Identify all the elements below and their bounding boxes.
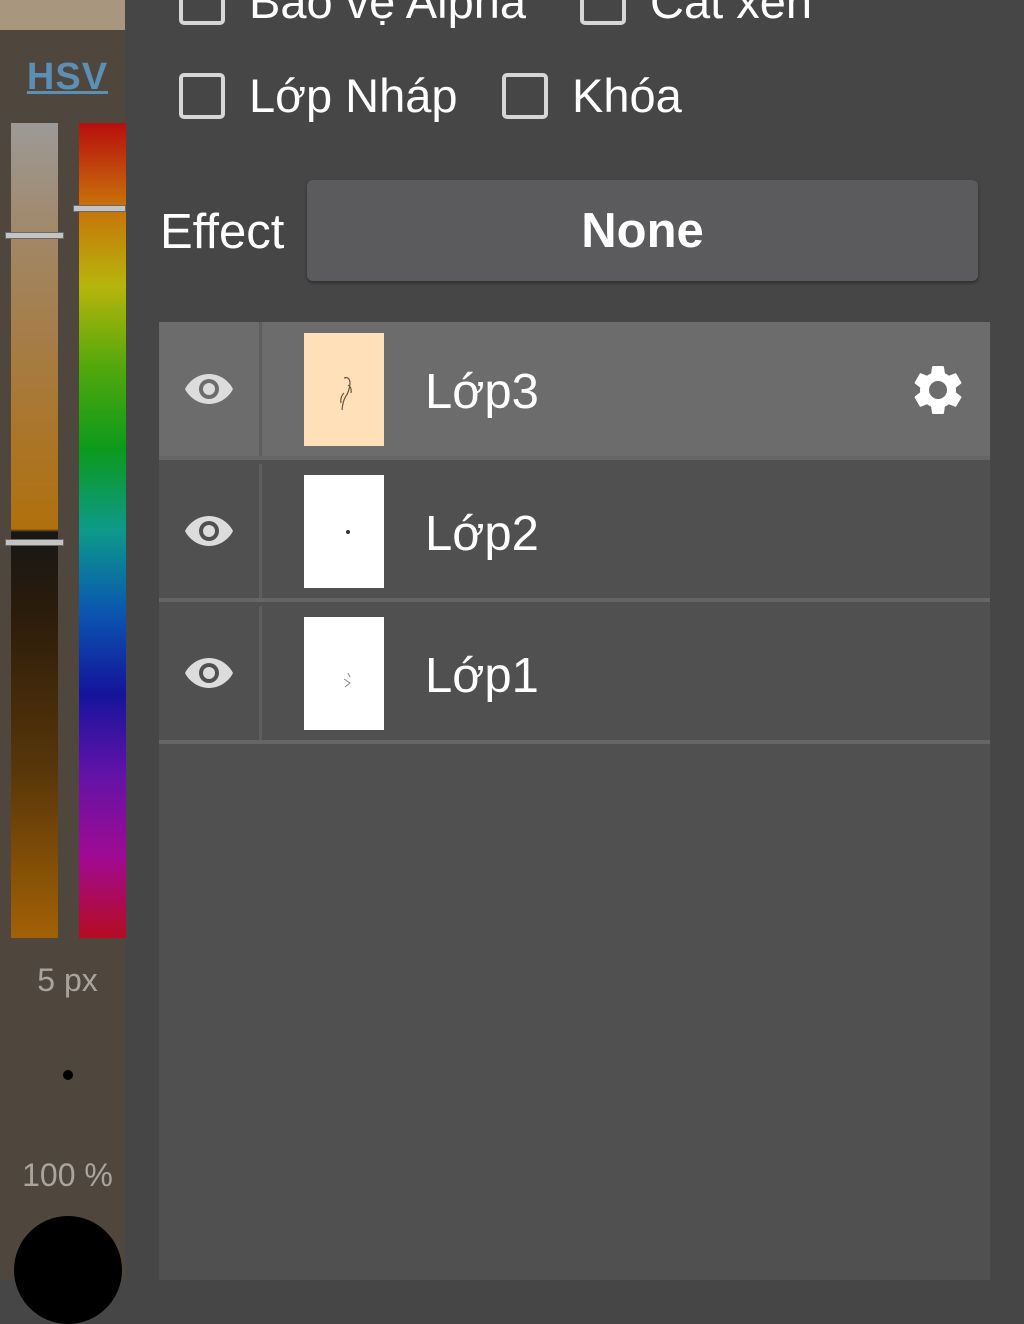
lock-label: Khóa [572,69,682,122]
layer-name: Lớp1 [425,649,539,703]
visibility-toggle[interactable] [159,322,262,456]
saturation-value-slider[interactable] [11,123,58,938]
gear-icon[interactable] [908,360,968,420]
layer-list: Lớp3 Lớp2 Lớp1 [159,322,990,1280]
clipping-label: Cắt xén [650,0,812,28]
hue-handle[interactable] [73,205,126,212]
layer-row-2[interactable]: Lớp2 [159,464,990,602]
brush-size-label[interactable]: 5 px [0,962,135,999]
layer-thumbnail [304,475,384,588]
color-picker-panel: HSV 5 px 100 % [0,0,126,1324]
effect-label: Effect [160,205,285,259]
saturation-handle[interactable] [5,232,64,239]
brush-size-preview [63,1070,73,1080]
eye-icon [185,374,233,404]
layer-name: Lớp2 [425,507,539,561]
clipping-option[interactable]: Cắt xén [580,0,812,29]
eye-icon [185,658,233,688]
opacity-label[interactable]: 100 % [0,1157,135,1194]
visibility-toggle[interactable] [159,464,262,598]
color-preview[interactable] [0,0,125,30]
layer-row-1[interactable]: Lớp1 [159,606,990,744]
sketch-thumbnail-icon [340,377,352,411]
sketch-thumbnail-icon [343,672,351,688]
alpha-protect-option[interactable]: Bảo vệ Alpha [179,0,526,29]
sketch-thumbnail-icon [346,530,350,534]
layer-thumbnail [304,617,384,730]
visibility-toggle[interactable] [159,606,262,740]
lock-checkbox[interactable] [502,72,548,119]
layer-name: Lớp3 [425,365,539,419]
effect-select-button[interactable]: None [307,180,978,281]
draft-layer-option[interactable]: Lớp Nháp [179,68,458,123]
eye-icon [185,516,233,546]
value-handle[interactable] [5,539,64,546]
lock-option[interactable]: Khóa [502,68,682,123]
alpha-protect-label: Bảo vệ Alpha [249,0,526,28]
draft-layer-checkbox[interactable] [179,72,225,119]
hsv-mode-link[interactable]: HSV [0,56,135,99]
clipping-checkbox[interactable] [580,0,626,25]
layer-row-3[interactable]: Lớp3 [159,322,990,460]
hue-slider[interactable] [79,123,126,938]
current-color-swatch[interactable] [14,1216,122,1324]
draft-layer-label: Lớp Nháp [249,69,458,122]
alpha-protect-checkbox[interactable] [179,0,225,25]
layer-thumbnail [304,333,384,446]
